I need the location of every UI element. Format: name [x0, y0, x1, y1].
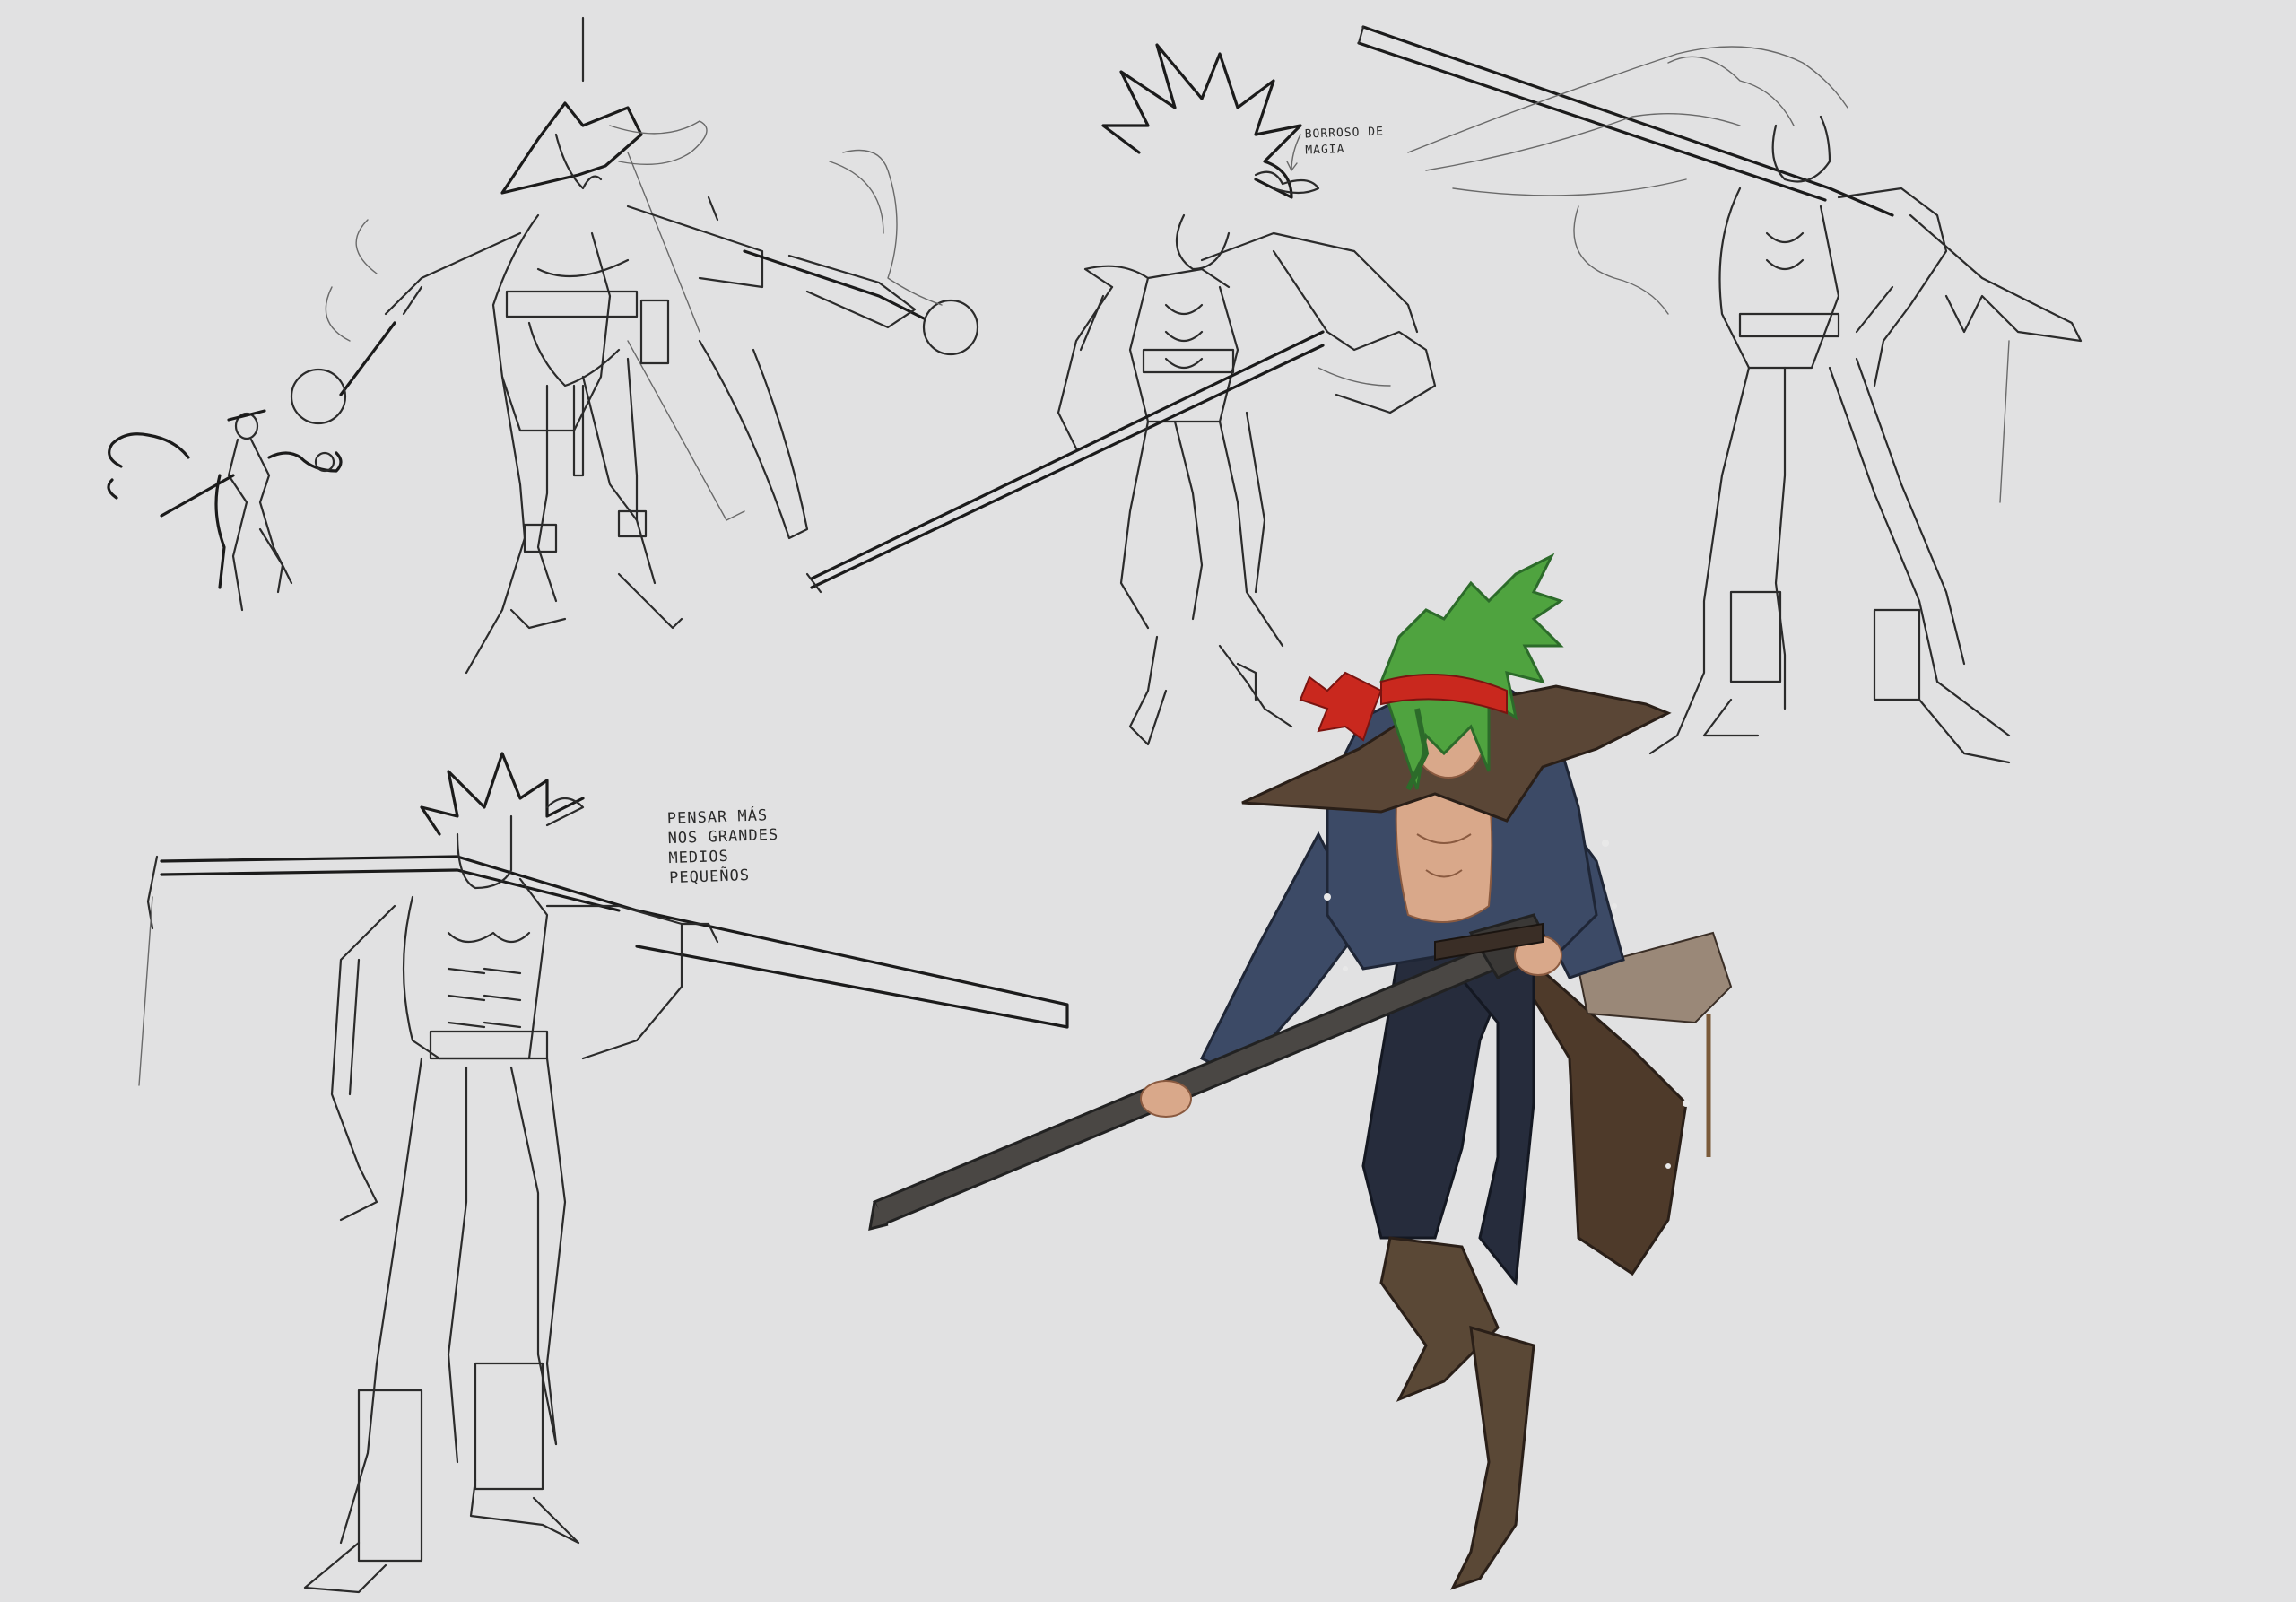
concept-sheet — [107, 16, 2083, 1594]
sketch-figure-muscular — [138, 752, 1069, 1594]
sketch-figure-rifle-outstretched — [290, 16, 979, 675]
annotation-note-magic: BORROSO DE MAGIA — [1304, 125, 1385, 158]
sketch-small-figure — [107, 409, 343, 612]
annotation-arrow — [1286, 134, 1301, 171]
annotation-note-design: PENSAR MÁS NOS GRANDES MEDIOS PEQUEÑOS — [666, 806, 779, 888]
painted-pirate-character — [868, 553, 1733, 1590]
